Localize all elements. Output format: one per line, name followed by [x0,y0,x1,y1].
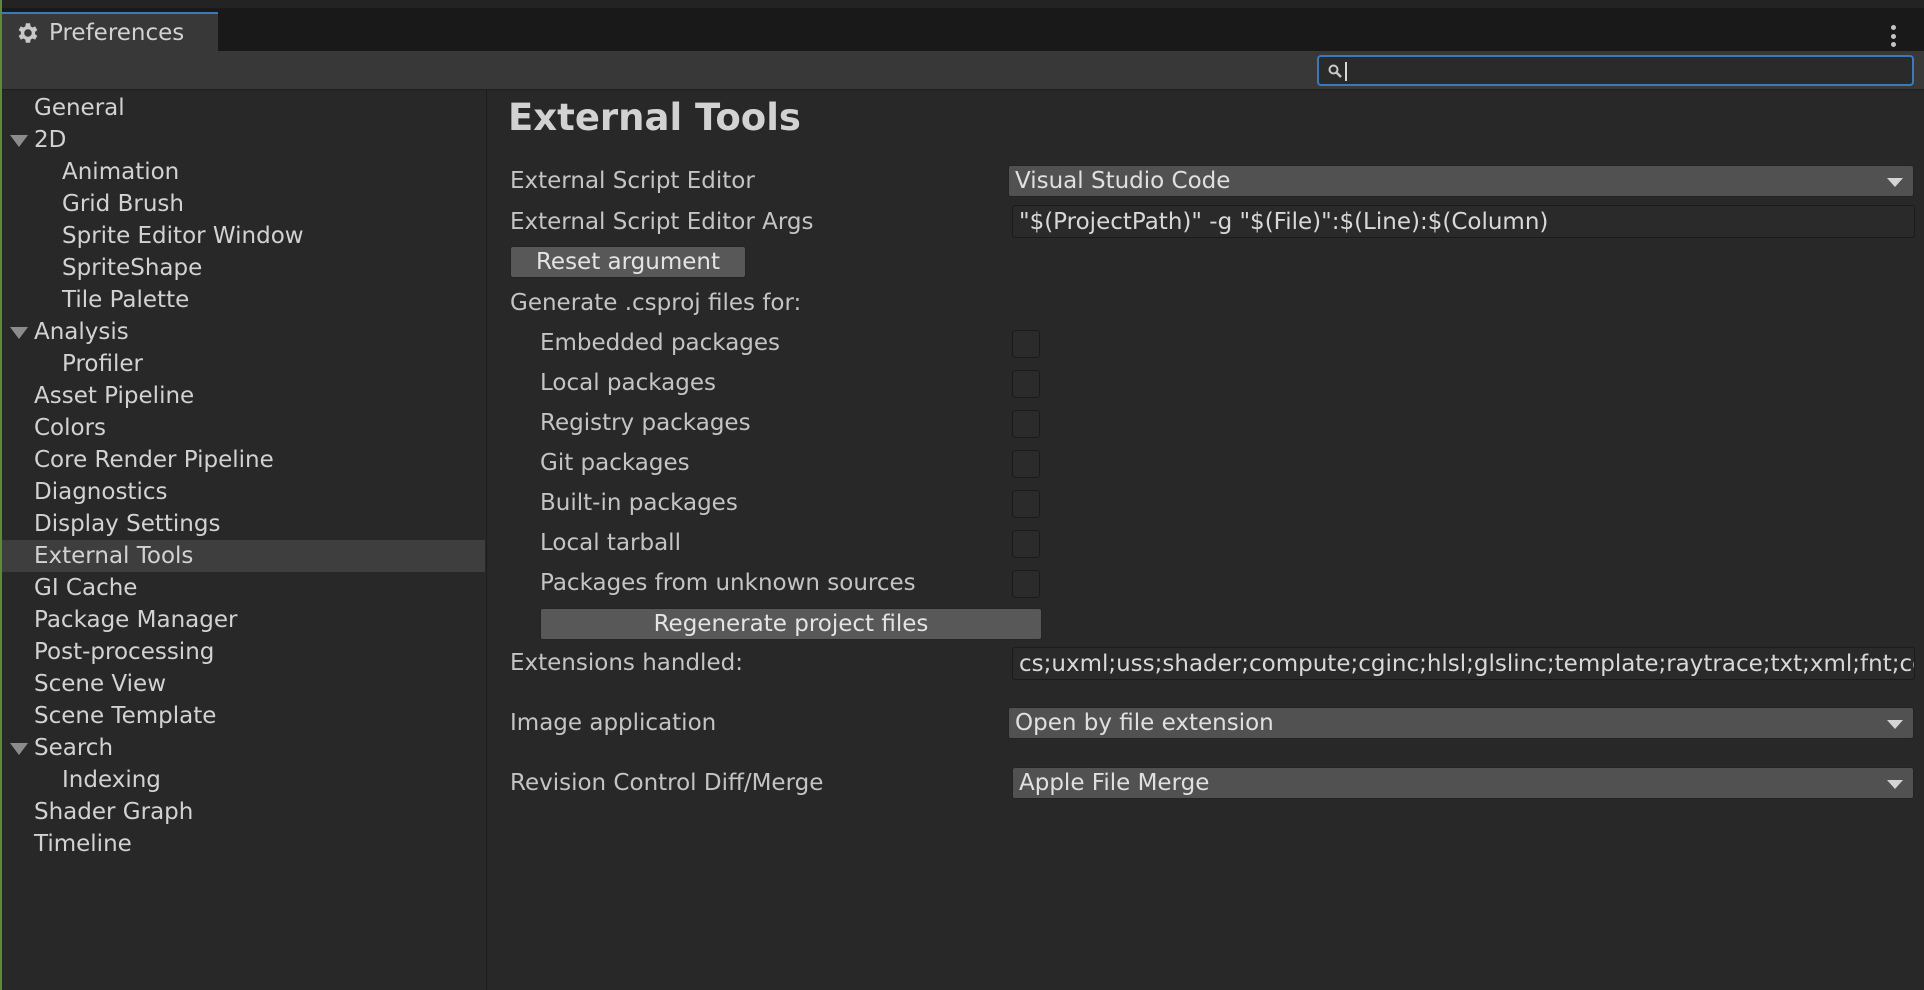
sidebar-item-scene-template[interactable]: Scene Template [2,700,485,732]
sidebar-item-label: Shader Graph [34,799,194,825]
diff-merge-value: Apple File Merge [1019,770,1210,796]
sidebar-item-label: Tile Palette [62,287,190,313]
script-editor-dropdown[interactable]: Visual Studio Code [1008,165,1914,197]
expand-arrow-icon[interactable] [10,135,28,147]
sidebar-item-label: Diagnostics [34,479,168,505]
sidebar-item-label: Timeline [34,831,132,857]
git-packages-checkbox[interactable] [1012,450,1040,478]
csproj-label: Generate .csproj files for: [510,290,802,316]
sidebar-item-label: Scene Template [34,703,217,729]
sidebar-item-grid-brush[interactable]: Grid Brush [2,188,485,220]
chevron-down-icon [1887,720,1903,729]
sidebar-item-animation[interactable]: Animation [2,156,485,188]
local-tarball-checkbox[interactable] [1012,530,1040,558]
sidebar-item-label: General [34,95,125,121]
local-packages-checkbox[interactable] [1012,370,1040,398]
expand-arrow-icon[interactable] [10,743,28,755]
sidebar-item-label: GI Cache [34,575,138,601]
tab-title: Preferences [49,19,185,46]
sidebar-item-scene-view[interactable]: Scene View [2,668,485,700]
package-label-embedded: Embedded packages [540,330,781,356]
sidebar-item-label: Display Settings [34,511,221,537]
sidebar-item-label: Analysis [34,319,129,345]
script-editor-value: Visual Studio Code [1015,168,1231,194]
sidebar-item-label: 2D [34,127,67,153]
sidebar-item-label: Core Render Pipeline [34,447,274,473]
package-label-registry: Registry packages [540,410,751,436]
script-args-label: External Script Editor Args [510,209,814,235]
window-top-edge [2,0,1924,8]
extensions-field[interactable]: cs;uxml;uss;shader;compute;cginc;hlsl;gl… [1012,647,1915,680]
sidebar-item-asset-pipeline[interactable]: Asset Pipeline [2,380,485,412]
sidebar-item-external-tools[interactable]: External Tools [2,540,485,572]
sidebar: General 2D Animation Grid Brush Sprite E… [2,90,487,990]
search-input[interactable] [1317,55,1914,86]
gear-icon [18,22,38,43]
chevron-down-icon [1887,780,1903,789]
image-app-dropdown[interactable]: Open by file extension [1008,707,1914,739]
sidebar-item-colors[interactable]: Colors [2,412,485,444]
main-panel: External Tools External Script Editor Vi… [488,90,1924,990]
package-label-tarball: Local tarball [540,530,681,556]
sidebar-item-indexing[interactable]: Indexing [2,764,485,796]
sidebar-item-general[interactable]: General [2,92,485,124]
embedded-packages-checkbox[interactable] [1012,330,1040,358]
sidebar-item-label: Search [34,735,114,761]
sidebar-item-label: Sprite Editor Window [62,223,304,249]
package-label-local: Local packages [540,370,717,396]
regenerate-project-files-button[interactable]: Regenerate project files [540,608,1042,640]
preferences-window: Preferences General 2D Animation Grid Br… [0,0,1924,990]
sidebar-item-timeline[interactable]: Timeline [2,828,485,860]
tab-preferences[interactable]: Preferences [2,12,218,51]
sidebar-item-profiler[interactable]: Profiler [2,348,485,380]
tab-strip: Preferences [2,8,1924,51]
search-icon [1328,64,1342,78]
sidebar-item-spriteshape[interactable]: SpriteShape [2,252,485,284]
page-title: External Tools [508,96,801,139]
builtin-packages-checkbox[interactable] [1012,490,1040,518]
sidebar-item-post-processing[interactable]: Post-processing [2,636,485,668]
script-args-field[interactable]: "$(ProjectPath)" -g "$(File)":$(Line):$(… [1012,205,1915,238]
sidebar-item-sprite-editor-window[interactable]: Sprite Editor Window [2,220,485,252]
package-label-builtin: Built-in packages [540,490,738,516]
diff-merge-dropdown[interactable]: Apple File Merge [1012,767,1914,799]
expand-arrow-icon[interactable] [10,327,28,339]
reset-argument-button[interactable]: Reset argument [510,246,746,278]
package-label-git: Git packages [540,450,690,476]
chevron-down-icon [1887,178,1903,187]
text-caret [1345,62,1347,81]
registry-packages-checkbox[interactable] [1012,410,1040,438]
unknown-sources-checkbox[interactable] [1012,570,1040,598]
image-app-value: Open by file extension [1015,710,1274,736]
sidebar-item-diagnostics[interactable]: Diagnostics [2,476,485,508]
sidebar-item-search[interactable]: Search [2,732,485,764]
sidebar-item-package-manager[interactable]: Package Manager [2,604,485,636]
sidebar-item-core-render-pipeline[interactable]: Core Render Pipeline [2,444,485,476]
sidebar-item-display-settings[interactable]: Display Settings [2,508,485,540]
sidebar-item-label: Animation [62,159,180,185]
sidebar-item-2d[interactable]: 2D [2,124,485,156]
image-app-label: Image application [510,710,717,736]
sidebar-item-label: Asset Pipeline [34,383,195,409]
sidebar-item-gi-cache[interactable]: GI Cache [2,572,485,604]
sidebar-item-analysis[interactable]: Analysis [2,316,485,348]
sidebar-item-label: Colors [34,415,107,441]
toolbar [2,51,1924,90]
sidebar-item-label: SpriteShape [62,255,203,281]
extensions-label: Extensions handled: [510,650,743,676]
sidebar-item-label: Scene View [34,671,167,697]
diff-merge-label: Revision Control Diff/Merge [510,770,824,796]
kebab-menu-icon[interactable] [1890,25,1896,47]
sidebar-item-tile-palette[interactable]: Tile Palette [2,284,485,316]
sidebar-item-label: Package Manager [34,607,238,633]
package-label-unknown: Packages from unknown sources [540,570,916,596]
sidebar-item-label: Grid Brush [62,191,184,217]
sidebar-item-shader-graph[interactable]: Shader Graph [2,796,485,828]
script-editor-label: External Script Editor [510,168,755,194]
sidebar-item-label: Profiler [62,351,143,377]
sidebar-item-label: External Tools [34,543,194,569]
sidebar-item-label: Post-processing [34,639,215,665]
sidebar-item-label: Indexing [62,767,161,793]
